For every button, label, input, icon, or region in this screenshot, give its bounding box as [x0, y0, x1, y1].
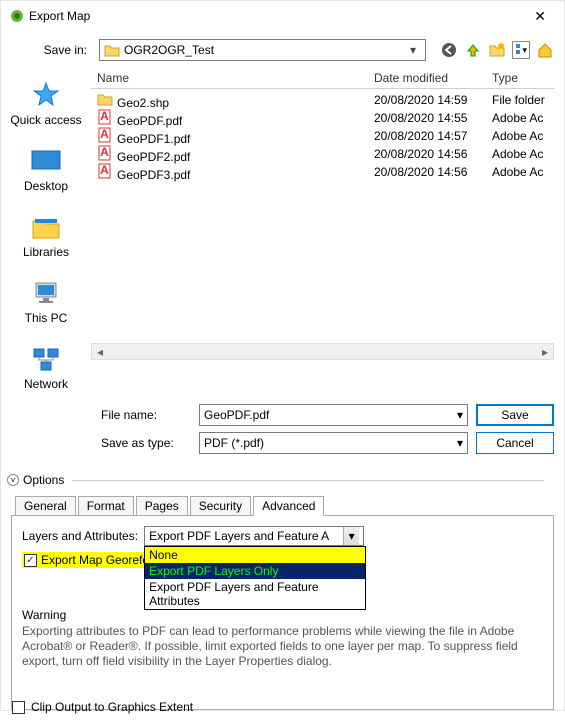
pdf-icon — [97, 109, 113, 125]
quick-access-icon — [30, 79, 62, 111]
file-name: Geo2.shp — [117, 96, 169, 110]
place-this-pc[interactable]: This PC — [6, 273, 86, 329]
place-network[interactable]: Network — [6, 339, 86, 395]
file-type: Adobe Ac — [486, 147, 554, 161]
libraries-icon — [30, 211, 62, 243]
file-row[interactable]: GeoPDF2.pdf 20/08/2020 14:56Adobe Ac — [91, 145, 554, 163]
window-title: Export Map — [25, 9, 524, 23]
saveastype-label: Save as type: — [101, 436, 191, 450]
clip-output-label: Clip Output to Graphics Extent — [31, 700, 193, 714]
chevron-down-icon[interactable]: ▾ — [457, 408, 463, 422]
options-expander[interactable]: ˅ — [7, 474, 19, 486]
export-georef-label: Export Map Georefere — [41, 553, 160, 567]
file-date: 20/08/2020 14:59 — [368, 93, 486, 107]
view-menu-button[interactable]: ▾ — [512, 41, 530, 59]
folder-icon — [104, 42, 120, 58]
clip-output-checkbox[interactable] — [12, 701, 25, 714]
option-layers-only[interactable]: Export PDF Layers Only — [145, 563, 365, 579]
file-row[interactable]: GeoPDF3.pdf 20/08/2020 14:56Adobe Ac — [91, 163, 554, 181]
chevron-down-icon[interactable]: ▾ — [343, 527, 359, 545]
pdf-icon — [97, 145, 113, 161]
layers-attrs-dropdown[interactable]: None Export PDF Layers Only Export PDF L… — [144, 546, 366, 610]
chevron-down-icon[interactable]: ▾ — [405, 43, 421, 57]
place-label: Libraries — [23, 245, 69, 259]
col-date[interactable]: Date modified — [368, 71, 486, 85]
cancel-button[interactable]: Cancel — [476, 432, 554, 454]
file-list[interactable]: Geo2.shp 20/08/2020 14:59File folder GeoPD… — [91, 89, 554, 341]
file-date: 20/08/2020 14:56 — [368, 165, 486, 179]
pdf-icon — [97, 163, 113, 179]
up-button[interactable] — [464, 41, 482, 59]
place-label: This PC — [25, 311, 68, 325]
file-row[interactable]: GeoPDF.pdf 20/08/2020 14:55Adobe Ac — [91, 109, 554, 127]
option-layers-and-attrs[interactable]: Export PDF Layers and Feature Attributes — [145, 579, 365, 609]
file-type: File folder — [486, 93, 554, 107]
file-type: Adobe Ac — [486, 129, 554, 143]
desktop-icon — [30, 145, 62, 177]
saveastype-combo[interactable]: PDF (*.pdf) ▾ — [199, 432, 468, 454]
filename-label: File name: — [101, 408, 191, 422]
tab-bar: GeneralFormatPagesSecurityAdvanced — [1, 491, 564, 515]
new-folder-button[interactable] — [488, 41, 506, 59]
place-libraries[interactable]: Libraries — [6, 207, 86, 263]
horizontal-scrollbar[interactable]: ◂ ▸ — [91, 343, 554, 360]
tab-general[interactable]: General — [15, 496, 76, 516]
file-date: 20/08/2020 14:55 — [368, 111, 486, 125]
filename-input[interactable]: GeoPDF.pdf ▾ — [199, 404, 468, 426]
export-georef-checkbox[interactable]: ✓ — [24, 554, 37, 567]
back-button[interactable] — [440, 41, 458, 59]
chevron-down-icon[interactable]: ▾ — [457, 436, 463, 450]
file-date: 20/08/2020 14:57 — [368, 129, 486, 143]
place-desktop[interactable]: Desktop — [6, 141, 86, 197]
scroll-left-arrow[interactable]: ◂ — [92, 345, 108, 359]
file-row[interactable]: GeoPDF1.pdf 20/08/2020 14:57Adobe Ac — [91, 127, 554, 145]
tab-panel-advanced: Layers and Attributes: Export PDF Layers… — [11, 515, 554, 710]
col-name[interactable]: Name — [91, 71, 368, 85]
tab-format[interactable]: Format — [78, 496, 134, 516]
place-label: Quick access — [10, 113, 81, 127]
home-button[interactable] — [536, 41, 554, 59]
file-type: Adobe Ac — [486, 111, 554, 125]
place-label: Network — [24, 377, 68, 391]
options-label: Options — [23, 473, 64, 487]
this-pc-icon — [30, 277, 62, 309]
file-name: GeoPDF3.pdf — [117, 168, 190, 182]
file-type: Adobe Ac — [486, 165, 554, 179]
option-none[interactable]: None — [145, 547, 365, 563]
file-row[interactable]: Geo2.shp 20/08/2020 14:59File folder — [91, 91, 554, 109]
tab-security[interactable]: Security — [190, 496, 251, 516]
file-name: GeoPDF2.pdf — [117, 150, 190, 164]
app-icon — [9, 8, 25, 24]
save-in-value: OGR2OGR_Test — [124, 43, 214, 57]
file-date: 20/08/2020 14:56 — [368, 147, 486, 161]
place-quick-access[interactable]: Quick access — [6, 75, 86, 131]
warning-heading: Warning — [22, 608, 543, 622]
tab-pages[interactable]: Pages — [136, 496, 188, 516]
network-icon — [30, 343, 62, 375]
folder-icon — [97, 91, 113, 107]
col-type[interactable]: Type — [486, 71, 554, 85]
scroll-right-arrow[interactable]: ▸ — [537, 345, 553, 359]
save-in-label: Save in: — [11, 43, 93, 57]
save-button[interactable]: Save — [476, 404, 554, 426]
close-button[interactable]: ✕ — [524, 4, 556, 29]
file-name: GeoPDF.pdf — [117, 114, 182, 128]
layers-attrs-select[interactable]: Export PDF Layers and Feature Attributes… — [144, 526, 364, 546]
tab-advanced[interactable]: Advanced — [253, 496, 324, 516]
file-name: GeoPDF1.pdf — [117, 132, 190, 146]
place-label: Desktop — [24, 179, 68, 193]
warning-text: Exporting attributes to PDF can lead to … — [22, 624, 543, 669]
layers-attrs-label: Layers and Attributes: — [22, 529, 138, 543]
file-list-header[interactable]: Name Date modified Type — [91, 67, 554, 89]
save-in-combo[interactable]: OGR2OGR_Test ▾ — [99, 39, 426, 61]
pdf-icon — [97, 127, 113, 143]
places-bar: Quick access Desktop Libraries This PC N… — [1, 67, 91, 395]
